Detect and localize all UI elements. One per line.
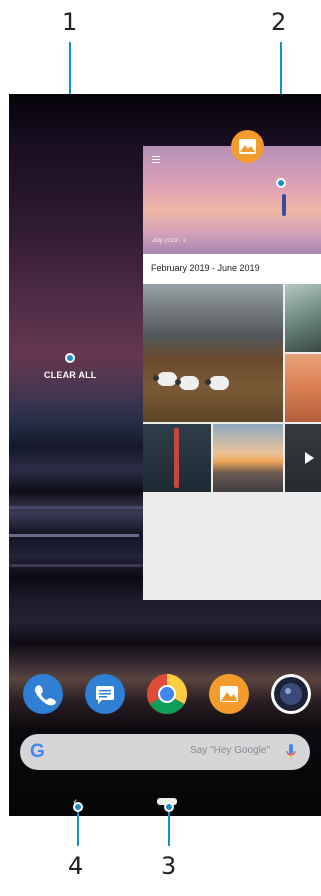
chrome-icon <box>147 674 187 714</box>
callout-point-4 <box>73 802 83 812</box>
camera-app-icon[interactable] <box>271 674 311 714</box>
album-dock-icon[interactable] <box>209 674 249 714</box>
video-play-icon <box>305 452 314 464</box>
phone-screen: CLEAR ALL July 2019 · 2 February 2019 - … <box>9 94 321 816</box>
photo-thumbnail[interactable] <box>213 424 283 492</box>
hero-caption: July 2019 · 2 <box>152 238 187 244</box>
callout-point-3 <box>164 802 174 812</box>
album-icon <box>220 686 238 702</box>
messages-app-icon[interactable] <box>85 674 125 714</box>
camera-icon <box>274 677 308 711</box>
callout-line-4 <box>77 806 79 846</box>
callout-number-4: 4 <box>68 852 84 880</box>
callout-number-3: 3 <box>161 852 177 880</box>
google-logo: G <box>30 741 45 762</box>
phone-icon <box>34 685 56 706</box>
phone-app-icon[interactable] <box>23 674 63 714</box>
album-hero-image: July 2019 · 2 <box>143 146 321 254</box>
photo-thumbnail[interactable] <box>143 424 211 492</box>
rowing-boat <box>174 428 179 488</box>
sheep <box>153 372 177 386</box>
landscape-icon <box>239 139 256 154</box>
search-hint: Say "Hey Google" <box>190 745 270 756</box>
photo-thumbnail[interactable] <box>143 284 283 422</box>
callout-number-1: 1 <box>62 8 78 36</box>
wallpaper-stripe <box>9 534 139 537</box>
callout-point-2 <box>276 178 286 188</box>
menu-icon[interactable] <box>152 156 160 165</box>
google-search-bar[interactable]: G Say "Hey Google" <box>20 734 310 770</box>
sheep <box>175 376 199 390</box>
wallpaper-stripe <box>9 506 149 509</box>
callout-point-1 <box>65 353 75 363</box>
microphone-icon[interactable] <box>286 744 296 760</box>
clear-all-button[interactable]: CLEAR ALL <box>44 370 96 380</box>
photo-thumbnail[interactable] <box>285 354 321 422</box>
messages-icon <box>96 686 114 704</box>
callout-number-2: 2 <box>271 8 287 36</box>
person-silhouette <box>282 194 286 216</box>
chrome-app-icon[interactable] <box>147 674 187 714</box>
photo-thumbnail[interactable] <box>285 284 321 352</box>
callout-line-3 <box>168 806 170 846</box>
recent-app-card[interactable]: July 2019 · 2 February 2019 - June 2019 <box>143 146 321 600</box>
sheep <box>205 376 229 390</box>
date-range-header: February 2019 - June 2019 <box>143 254 321 284</box>
album-app-icon[interactable] <box>231 130 264 163</box>
photo-thumbnail[interactable] <box>285 424 321 492</box>
